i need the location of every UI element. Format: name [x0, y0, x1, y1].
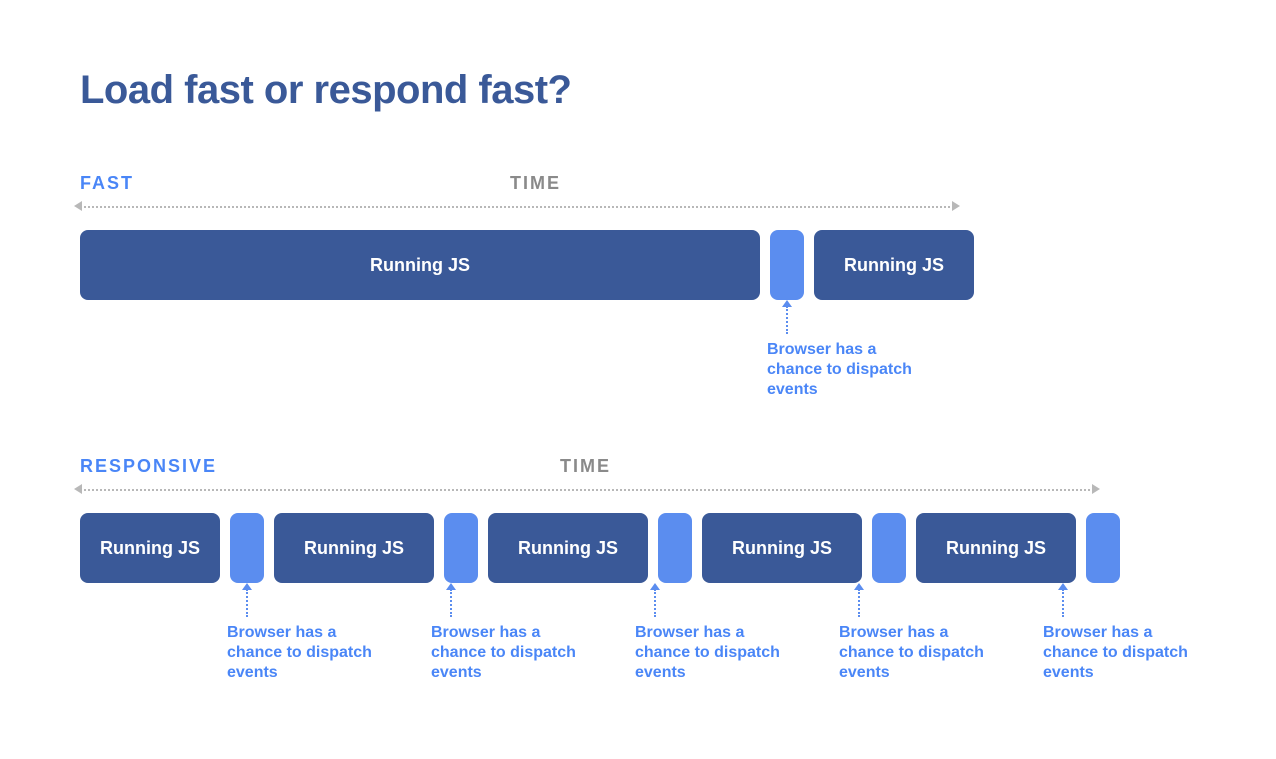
- responsive-header: RESPONSIVE TIME: [80, 456, 1180, 477]
- fast-bar-row: Running JS Running JS: [80, 230, 1180, 300]
- js-block: Running JS: [814, 230, 974, 300]
- slide-title: Load fast or respond fast?: [80, 68, 1180, 113]
- responsive-axis: [80, 485, 1100, 495]
- gap-block: [444, 513, 478, 583]
- fast-section: FAST TIME Running JS Running JS Browser …: [80, 173, 1180, 420]
- js-block: Running JS: [916, 513, 1076, 583]
- js-block: Running JS: [80, 230, 760, 300]
- arrow-right-icon: [1092, 484, 1100, 494]
- fast-axis: [80, 202, 960, 212]
- callout-text: Browser has a chance to dispatch events: [227, 623, 387, 683]
- callout-text: Browser has a chance to dispatch events: [1043, 623, 1203, 683]
- gap-block: [658, 513, 692, 583]
- gap-block: [770, 230, 804, 300]
- gap-block: [872, 513, 906, 583]
- js-block-label: Running JS: [370, 255, 470, 276]
- arrow-stem: [450, 589, 452, 617]
- responsive-bar-row: Running JS Running JS Running JS Running…: [80, 513, 1180, 583]
- js-block: Running JS: [488, 513, 648, 583]
- responsive-callout-row: Browser has a chance to dispatch events …: [80, 583, 1180, 723]
- js-block: Running JS: [702, 513, 862, 583]
- js-block: Running JS: [274, 513, 434, 583]
- callout-text: Browser has a chance to dispatch events: [635, 623, 795, 683]
- js-block-label: Running JS: [732, 538, 832, 559]
- js-block-label: Running JS: [946, 538, 1046, 559]
- js-block-label: Running JS: [304, 538, 404, 559]
- slide: Load fast or respond fast? FAST TIME Run…: [80, 68, 1180, 759]
- fast-header: FAST TIME: [80, 173, 1180, 194]
- arrow-stem: [246, 589, 248, 617]
- arrow-right-icon: [952, 201, 960, 211]
- gap-block: [1086, 513, 1120, 583]
- time-label-responsive: TIME: [560, 456, 611, 477]
- arrow-stem: [858, 589, 860, 617]
- arrow-stem: [786, 306, 788, 334]
- arrow-stem: [654, 589, 656, 617]
- js-block: Running JS: [80, 513, 220, 583]
- axis-line: [80, 206, 950, 208]
- gap-block: [230, 513, 264, 583]
- callout-text: Browser has a chance to dispatch events: [839, 623, 999, 683]
- responsive-section: RESPONSIVE TIME Running JS Running JS Ru…: [80, 456, 1180, 723]
- fast-callout-row: Browser has a chance to dispatch events: [80, 300, 1180, 420]
- fast-label: FAST: [80, 173, 134, 194]
- js-block-label: Running JS: [518, 538, 618, 559]
- callout-text: Browser has a chance to dispatch events: [767, 340, 927, 400]
- callout-text: Browser has a chance to dispatch events: [431, 623, 591, 683]
- responsive-label: RESPONSIVE: [80, 456, 217, 477]
- axis-line: [80, 489, 1090, 491]
- arrow-stem: [1062, 589, 1064, 617]
- js-block-label: Running JS: [100, 538, 200, 559]
- time-label-fast: TIME: [510, 173, 561, 194]
- js-block-label: Running JS: [844, 255, 944, 276]
